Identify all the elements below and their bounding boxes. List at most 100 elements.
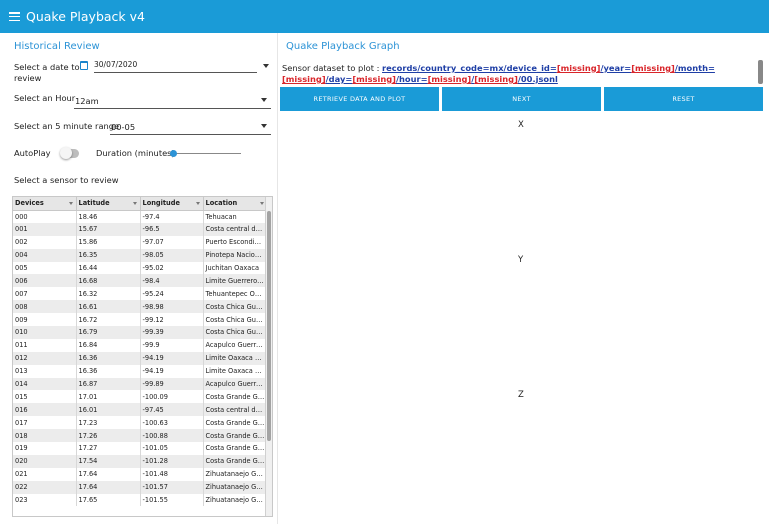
table-row[interactable]: 00215.86-97.07Puerto Escondido Oaxaca xyxy=(13,235,268,249)
sort-arrow-icon[interactable] xyxy=(68,202,73,205)
missing-path-segment[interactable]: [missing] xyxy=(631,63,675,73)
table-row[interactable]: 014 16.87 -99.89 Acapulco Guerrero xyxy=(13,377,268,391)
table-row[interactable]: 00115.67-96.5Costa central de Oaxaca xyxy=(13,222,268,236)
sort-arrow-icon[interactable] xyxy=(259,202,264,205)
device-cell: 015 xyxy=(13,390,77,404)
latitude-cell: 16.87 xyxy=(76,377,141,391)
table-row[interactable]: 01016.79-99.39Costa Chica Guerrero xyxy=(13,326,268,339)
missing-path-segment[interactable]: [missing] xyxy=(282,74,326,84)
table-row[interactable]: 011 16.84 -99.9 Acapulco Guerrero xyxy=(13,338,268,352)
longitude-cell: -94.19 xyxy=(140,364,204,378)
latitude-cell: 16.32 xyxy=(76,287,141,301)
column-header-location[interactable]: Location xyxy=(203,197,268,211)
historical-review-panel: Historical Review Select a date to revie… xyxy=(0,33,277,524)
latitude-cell: 17.27 xyxy=(76,442,141,455)
table-row[interactable]: 00816.61-98.98Costa Chica Guerrero xyxy=(13,300,268,314)
duration-slider-knob[interactable] xyxy=(169,150,177,157)
duration-label: Duration (minutes) xyxy=(96,148,175,158)
location-cell: Costa Chica Guerrero xyxy=(203,326,268,339)
location-cell: Costa central de Oaxaca xyxy=(203,403,268,417)
column-header-devices[interactable]: Devices xyxy=(13,197,77,211)
playback-graph-panel: Quake Playback Graph Sensor dataset to p… xyxy=(277,33,769,524)
hour-select[interactable]: 12am xyxy=(75,96,99,106)
table-row[interactable]: 000 18.46 -97.4 Tehuacan xyxy=(13,210,268,223)
table-scrollbar-thumb[interactable] xyxy=(267,211,271,441)
device-cell: 011 xyxy=(13,338,77,352)
device-cell: 014 xyxy=(13,377,77,391)
range-label: Select an 5 minute range xyxy=(14,121,120,131)
hour-dropdown-arrow-icon[interactable] xyxy=(261,98,267,102)
table-row[interactable]: 005 16.44 -95.02 Juchitan Oaxaca xyxy=(13,261,268,275)
table-row[interactable]: 01817.26-100.88Costa Grande Guerrero xyxy=(13,429,268,443)
device-cell: 006 xyxy=(13,274,77,288)
table-row[interactable]: 02017.54-101.28Costa Grande Guerrero xyxy=(13,454,268,468)
path-segment-link[interactable]: /year= xyxy=(600,63,631,73)
table-row[interactable]: 00416.35-98.05Pinotepa Nacional Oaxaca xyxy=(13,248,268,262)
latitude-cell: 16.36 xyxy=(76,364,141,378)
location-cell: Costa Chica Guerrero xyxy=(203,300,268,314)
location-cell: Puerto Escondido Oaxaca xyxy=(203,235,268,249)
location-cell: Limite Oaxaca Chiapas xyxy=(203,364,268,378)
table-row[interactable]: 02217.64-101.57Zihuatanaejo Guerrero xyxy=(13,480,268,494)
hamburger-menu-icon[interactable] xyxy=(9,12,20,21)
device-cell: 020 xyxy=(13,454,77,468)
table-row[interactable]: 00716.32-95.24Tehuantepec Oaxaca xyxy=(13,287,268,301)
missing-path-segment[interactable]: [missing] xyxy=(352,74,396,84)
duration-slider-track[interactable] xyxy=(172,153,241,154)
latitude-cell: 17.26 xyxy=(76,429,141,443)
next-button[interactable]: NEXT xyxy=(442,87,601,111)
missing-path-segment[interactable]: [missing] xyxy=(474,74,518,84)
table-row[interactable]: 00616.68-98.4Limite Guerrero Oaxaca xyxy=(13,274,268,288)
path-segment-link[interactable]: /day= xyxy=(326,74,353,84)
path-segment-link[interactable]: /hour= xyxy=(396,74,428,84)
table-row[interactable]: 01517.01-100.09Costa Grande Guerrero xyxy=(13,390,268,404)
latitude-cell: 16.01 xyxy=(76,403,141,417)
device-cell: 008 xyxy=(13,300,77,314)
range-dropdown-arrow-icon[interactable] xyxy=(261,124,267,128)
table-row[interactable]: 00916.72-99.12Costa Chica Guerrero xyxy=(13,313,268,327)
sort-arrow-icon[interactable] xyxy=(195,202,200,205)
table-row[interactable]: 01616.01-97.45Costa central de Oaxaca xyxy=(13,403,268,417)
table-row[interactable]: 02117.64-101.48Zihuatanaejo Guerrero xyxy=(13,467,268,481)
longitude-cell: -100.09 xyxy=(140,390,204,404)
path-segment-link[interactable]: /month= xyxy=(675,63,715,73)
column-header-longitude[interactable]: Longitude xyxy=(140,197,204,211)
table-row[interactable]: 01316.36-94.19Limite Oaxaca Chiapas xyxy=(13,364,268,378)
longitude-cell: -99.89 xyxy=(140,377,204,391)
device-cell: 007 xyxy=(13,287,77,301)
table-row[interactable]: 01216.36-94.19Limite Oaxaca Chiapas xyxy=(13,351,268,365)
table-row[interactable]: 01917.27-101.05Costa Grande Guerrero xyxy=(13,442,268,455)
latitude-cell: 16.72 xyxy=(76,313,141,327)
reset-button[interactable]: RESET xyxy=(604,87,763,111)
device-cell: 018 xyxy=(13,429,77,443)
longitude-cell: -101.48 xyxy=(140,467,204,481)
table-scrollbar[interactable] xyxy=(265,197,272,516)
location-cell: Tehuantepec Oaxaca xyxy=(203,287,268,301)
missing-path-segment[interactable]: [missing] xyxy=(557,63,601,73)
device-cell: 013 xyxy=(13,364,77,378)
autoplay-toggle-knob[interactable] xyxy=(60,147,72,159)
path-segment-link[interactable]: records/country_code=mx/device_id= xyxy=(382,63,557,73)
latitude-cell: 17.65 xyxy=(76,493,141,507)
path-segment-link[interactable]: /00.jsonl xyxy=(518,74,558,84)
location-cell: Costa Grande Guerrero xyxy=(203,390,268,404)
calendar-icon[interactable] xyxy=(80,61,88,70)
range-select[interactable]: 00-05 xyxy=(111,122,135,132)
location-cell: Limite Guerrero Oaxaca xyxy=(203,274,268,288)
location-cell: Pinotepa Nacional Oaxaca xyxy=(203,248,268,262)
latitude-cell: 17.64 xyxy=(76,480,141,494)
path-scrollbar[interactable] xyxy=(758,60,763,84)
date-value: 30/07/2020 xyxy=(94,60,138,69)
missing-path-segment[interactable]: [missing] xyxy=(428,74,472,84)
table-row[interactable]: 02317.65-101.55Zihuatanaejo Guerrero xyxy=(13,493,268,507)
date-dropdown-arrow-icon[interactable] xyxy=(263,64,269,68)
date-input[interactable]: 30/07/2020 xyxy=(94,58,257,71)
longitude-cell: -101.05 xyxy=(140,442,204,455)
longitude-cell: -98.05 xyxy=(140,248,204,262)
longitude-cell: -97.45 xyxy=(140,403,204,417)
autoplay-toggle[interactable] xyxy=(60,147,79,159)
retrieve-data-and-plot-button[interactable]: RETRIEVE DATA AND PLOT xyxy=(280,87,439,111)
sort-arrow-icon[interactable] xyxy=(132,202,137,205)
table-row[interactable]: 01717.23-100.63Costa Grande Guerrero xyxy=(13,416,268,430)
column-header-latitude[interactable]: Latitude xyxy=(76,197,141,211)
